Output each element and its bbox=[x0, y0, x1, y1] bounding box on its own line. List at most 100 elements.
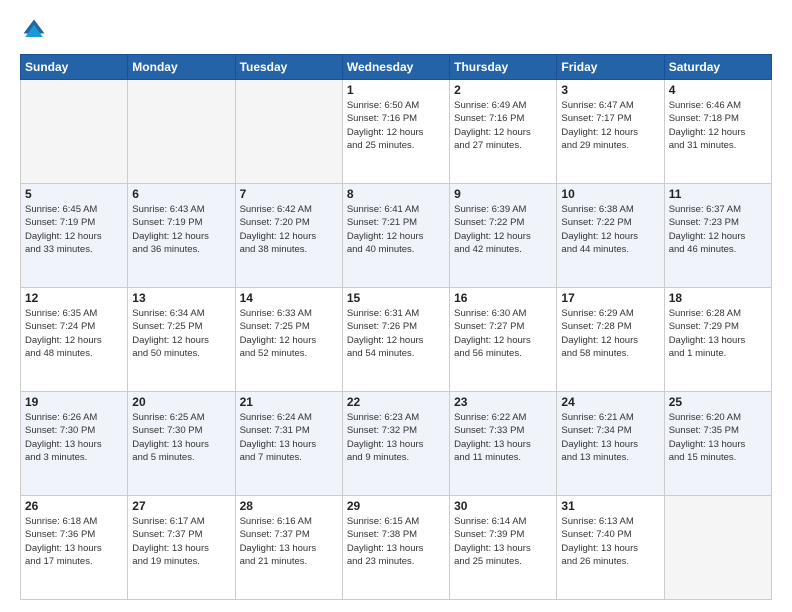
calendar-day-cell: 22 Sunrise: 6:23 AM Sunset: 7:32 PM Dayli… bbox=[342, 392, 449, 496]
day-number: 5 bbox=[25, 187, 123, 201]
calendar-day-cell: 2 Sunrise: 6:49 AM Sunset: 7:16 PM Daylig… bbox=[450, 80, 557, 184]
col-header-saturday: Saturday bbox=[664, 55, 771, 80]
calendar-day-cell: 9Sunrise: 6:39 AM Sunset: 7:22 PM Daylig… bbox=[450, 184, 557, 288]
calendar-day-cell: 21Sunrise: 6:24 AM Sunset: 7:31 PM Dayli… bbox=[235, 392, 342, 496]
calendar-day-cell: 17 Sunrise: 6:29 AM Sunset: 7:28 PM Dayli… bbox=[557, 288, 664, 392]
col-header-sunday: Sunday bbox=[21, 55, 128, 80]
day-info: Sunrise: 6:50 AM Sunset: 7:16 PM Dayligh… bbox=[347, 99, 445, 152]
day-number: 17 bbox=[561, 291, 659, 305]
calendar-day-cell bbox=[235, 80, 342, 184]
day-number: 30 bbox=[454, 499, 552, 513]
day-number: 10 bbox=[561, 187, 659, 201]
calendar-week-row: 5 Sunrise: 6:45 AM Sunset: 7:19 PM Daylig… bbox=[21, 184, 772, 288]
calendar-day-cell bbox=[128, 80, 235, 184]
day-info: Sunrise: 6:49 AM Sunset: 7:16 PM Dayligh… bbox=[454, 99, 552, 152]
day-number: 12 bbox=[25, 291, 123, 305]
day-info: Sunrise: 6:18 AM Sunset: 7:36 PM Dayligh… bbox=[25, 515, 123, 568]
calendar-day-cell bbox=[21, 80, 128, 184]
col-header-friday: Friday bbox=[557, 55, 664, 80]
day-info: Sunrise: 6:13 AM Sunset: 7:40 PM Dayligh… bbox=[561, 515, 659, 568]
calendar-week-row: 1 Sunrise: 6:50 AM Sunset: 7:16 PM Daylig… bbox=[21, 80, 772, 184]
day-number: 19 bbox=[25, 395, 123, 409]
day-number: 23 bbox=[454, 395, 552, 409]
day-number: 24 bbox=[561, 395, 659, 409]
calendar-day-cell: 30 Sunrise: 6:14 AM Sunset: 7:39 PM Dayli… bbox=[450, 496, 557, 600]
calendar-day-cell: 1 Sunrise: 6:50 AM Sunset: 7:16 PM Daylig… bbox=[342, 80, 449, 184]
calendar-day-cell: 14Sunrise: 6:33 AM Sunset: 7:25 PM Dayli… bbox=[235, 288, 342, 392]
day-number: 26 bbox=[25, 499, 123, 513]
day-info: Sunrise: 6:47 AM Sunset: 7:17 PM Dayligh… bbox=[561, 99, 659, 152]
logo bbox=[20, 16, 52, 44]
calendar-header-row: SundayMondayTuesdayWednesdayThursdayFrid… bbox=[21, 55, 772, 80]
day-number: 4 bbox=[669, 83, 767, 97]
day-number: 22 bbox=[347, 395, 445, 409]
day-info: Sunrise: 6:35 AM Sunset: 7:24 PM Dayligh… bbox=[25, 307, 123, 360]
day-number: 28 bbox=[240, 499, 338, 513]
calendar-day-cell: 4Sunrise: 6:46 AM Sunset: 7:18 PM Daylig… bbox=[664, 80, 771, 184]
calendar-day-cell: 12 Sunrise: 6:35 AM Sunset: 7:24 PM Dayli… bbox=[21, 288, 128, 392]
day-number: 13 bbox=[132, 291, 230, 305]
calendar-week-row: 26 Sunrise: 6:18 AM Sunset: 7:36 PM Dayli… bbox=[21, 496, 772, 600]
calendar-day-cell: 26 Sunrise: 6:18 AM Sunset: 7:36 PM Dayli… bbox=[21, 496, 128, 600]
calendar-day-cell: 19Sunrise: 6:26 AM Sunset: 7:30 PM Dayli… bbox=[21, 392, 128, 496]
day-info: Sunrise: 6:45 AM Sunset: 7:19 PM Dayligh… bbox=[25, 203, 123, 256]
day-number: 3 bbox=[561, 83, 659, 97]
day-info: Sunrise: 6:37 AM Sunset: 7:23 PM Dayligh… bbox=[669, 203, 767, 256]
day-number: 11 bbox=[669, 187, 767, 201]
day-number: 18 bbox=[669, 291, 767, 305]
day-info: Sunrise: 6:33 AM Sunset: 7:25 PM Dayligh… bbox=[240, 307, 338, 360]
day-number: 7 bbox=[240, 187, 338, 201]
day-info: Sunrise: 6:25 AM Sunset: 7:30 PM Dayligh… bbox=[132, 411, 230, 464]
day-info: Sunrise: 6:38 AM Sunset: 7:22 PM Dayligh… bbox=[561, 203, 659, 256]
calendar-day-cell: 10 Sunrise: 6:38 AM Sunset: 7:22 PM Dayli… bbox=[557, 184, 664, 288]
day-number: 20 bbox=[132, 395, 230, 409]
calendar-day-cell: 5 Sunrise: 6:45 AM Sunset: 7:19 PM Daylig… bbox=[21, 184, 128, 288]
col-header-thursday: Thursday bbox=[450, 55, 557, 80]
day-info: Sunrise: 6:34 AM Sunset: 7:25 PM Dayligh… bbox=[132, 307, 230, 360]
day-number: 1 bbox=[347, 83, 445, 97]
calendar-day-cell: 13 Sunrise: 6:34 AM Sunset: 7:25 PM Dayli… bbox=[128, 288, 235, 392]
day-info: Sunrise: 6:30 AM Sunset: 7:27 PM Dayligh… bbox=[454, 307, 552, 360]
day-number: 2 bbox=[454, 83, 552, 97]
day-info: Sunrise: 6:43 AM Sunset: 7:19 PM Dayligh… bbox=[132, 203, 230, 256]
day-info: Sunrise: 6:23 AM Sunset: 7:32 PM Dayligh… bbox=[347, 411, 445, 464]
calendar-day-cell: 7Sunrise: 6:42 AM Sunset: 7:20 PM Daylig… bbox=[235, 184, 342, 288]
day-number: 29 bbox=[347, 499, 445, 513]
calendar-week-row: 12 Sunrise: 6:35 AM Sunset: 7:24 PM Dayli… bbox=[21, 288, 772, 392]
day-info: Sunrise: 6:31 AM Sunset: 7:26 PM Dayligh… bbox=[347, 307, 445, 360]
calendar-day-cell bbox=[664, 496, 771, 600]
day-number: 21 bbox=[240, 395, 338, 409]
col-header-wednesday: Wednesday bbox=[342, 55, 449, 80]
col-header-tuesday: Tuesday bbox=[235, 55, 342, 80]
calendar-day-cell: 28 Sunrise: 6:16 AM Sunset: 7:37 PM Dayli… bbox=[235, 496, 342, 600]
calendar-table: SundayMondayTuesdayWednesdayThursdayFrid… bbox=[20, 54, 772, 600]
calendar-day-cell: 25Sunrise: 6:20 AM Sunset: 7:35 PM Dayli… bbox=[664, 392, 771, 496]
header bbox=[20, 16, 772, 44]
day-info: Sunrise: 6:14 AM Sunset: 7:39 PM Dayligh… bbox=[454, 515, 552, 568]
day-info: Sunrise: 6:20 AM Sunset: 7:35 PM Dayligh… bbox=[669, 411, 767, 464]
day-number: 15 bbox=[347, 291, 445, 305]
day-info: Sunrise: 6:17 AM Sunset: 7:37 PM Dayligh… bbox=[132, 515, 230, 568]
calendar-day-cell: 6 Sunrise: 6:43 AM Sunset: 7:19 PM Daylig… bbox=[128, 184, 235, 288]
day-number: 16 bbox=[454, 291, 552, 305]
calendar-week-row: 19Sunrise: 6:26 AM Sunset: 7:30 PM Dayli… bbox=[21, 392, 772, 496]
page: SundayMondayTuesdayWednesdayThursdayFrid… bbox=[0, 0, 792, 612]
day-info: Sunrise: 6:41 AM Sunset: 7:21 PM Dayligh… bbox=[347, 203, 445, 256]
col-header-monday: Monday bbox=[128, 55, 235, 80]
calendar-day-cell: 15 Sunrise: 6:31 AM Sunset: 7:26 PM Dayli… bbox=[342, 288, 449, 392]
day-info: Sunrise: 6:39 AM Sunset: 7:22 PM Dayligh… bbox=[454, 203, 552, 256]
calendar-day-cell: 16 Sunrise: 6:30 AM Sunset: 7:27 PM Dayli… bbox=[450, 288, 557, 392]
day-info: Sunrise: 6:16 AM Sunset: 7:37 PM Dayligh… bbox=[240, 515, 338, 568]
calendar-day-cell: 27 Sunrise: 6:17 AM Sunset: 7:37 PM Dayli… bbox=[128, 496, 235, 600]
calendar-day-cell: 3 Sunrise: 6:47 AM Sunset: 7:17 PM Daylig… bbox=[557, 80, 664, 184]
calendar-day-cell: 11 Sunrise: 6:37 AM Sunset: 7:23 PM Dayli… bbox=[664, 184, 771, 288]
day-number: 6 bbox=[132, 187, 230, 201]
calendar-day-cell: 29Sunrise: 6:15 AM Sunset: 7:38 PM Dayli… bbox=[342, 496, 449, 600]
day-info: Sunrise: 6:29 AM Sunset: 7:28 PM Dayligh… bbox=[561, 307, 659, 360]
calendar-day-cell: 23 Sunrise: 6:22 AM Sunset: 7:33 PM Dayli… bbox=[450, 392, 557, 496]
calendar-day-cell: 8Sunrise: 6:41 AM Sunset: 7:21 PM Daylig… bbox=[342, 184, 449, 288]
day-number: 27 bbox=[132, 499, 230, 513]
day-number: 31 bbox=[561, 499, 659, 513]
day-info: Sunrise: 6:22 AM Sunset: 7:33 PM Dayligh… bbox=[454, 411, 552, 464]
calendar-day-cell: 31 Sunrise: 6:13 AM Sunset: 7:40 PM Dayli… bbox=[557, 496, 664, 600]
